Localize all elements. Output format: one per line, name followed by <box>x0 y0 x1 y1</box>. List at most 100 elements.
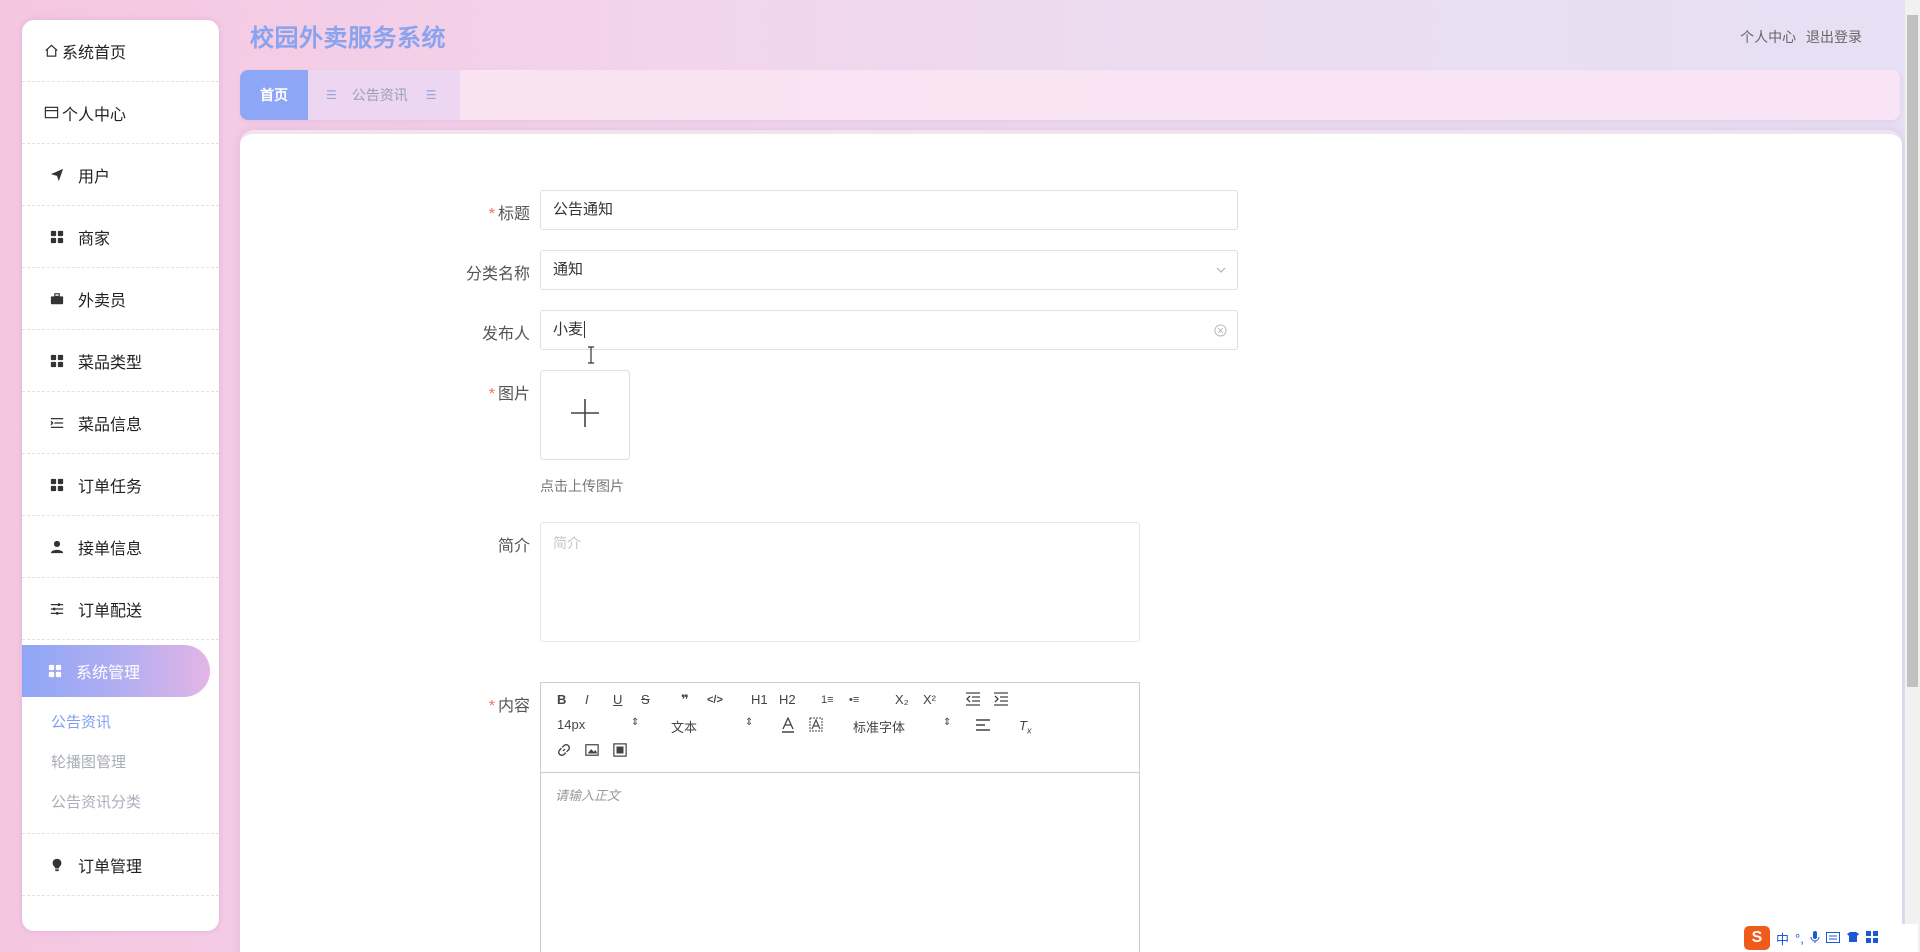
sidebar-item-couriers[interactable]: 外卖员 <box>22 268 219 330</box>
sidebar-item-system-management[interactable]: 系统管理 <box>22 645 210 697</box>
personal-center-link[interactable]: 个人中心 <box>1740 29 1796 45</box>
heading-select[interactable]: 文本 ⇕ <box>671 717 754 736</box>
outdent-icon[interactable] <box>965 692 981 711</box>
logout-link[interactable]: 退出登录 <box>1806 29 1862 45</box>
tab-notice[interactable]: ☰ 公告资讯 ☰ <box>308 70 460 120</box>
sidebar-item-personal-center[interactable]: 个人中心 <box>22 82 219 144</box>
category-label: 分类名称 <box>465 266 530 283</box>
image-upload-button[interactable] <box>540 370 630 460</box>
grid-icon <box>48 228 66 246</box>
publisher-value: 小麦 <box>553 321 584 338</box>
title-label: * 标题 <box>488 206 530 223</box>
clear-icon[interactable] <box>1214 311 1227 351</box>
title-input[interactable]: 公告通知 <box>540 190 1238 230</box>
category-value: 通知 <box>553 261 584 278</box>
keyboard-icon[interactable] <box>1825 931 1840 946</box>
sidebar-item-label: 订单任务 <box>78 478 143 496</box>
sidebar-item-label: 菜品信息 <box>78 416 143 434</box>
sidebar-item-dish-info[interactable]: 菜品信息 <box>22 392 219 454</box>
updown-arrow-icon: ⇕ <box>745 717 754 728</box>
align-icon[interactable] <box>975 718 991 737</box>
quote-button[interactable]: ❞ <box>681 691 689 709</box>
apps-grid-icon[interactable] <box>1865 930 1878 946</box>
sliders-icon <box>48 600 66 618</box>
font-size-select[interactable]: 14px ⇕ <box>557 717 640 732</box>
sidebar-item-label: 订单管理 <box>78 858 143 876</box>
intro-label: 简介 <box>497 538 530 555</box>
code-button[interactable]: </> <box>707 691 723 709</box>
submenu-item-notice-category[interactable]: 公告资讯分类 <box>22 783 219 823</box>
category-select[interactable]: 通知 <box>540 250 1238 290</box>
sidebar-item-label: 用户 <box>78 168 111 186</box>
indent-icon[interactable] <box>993 692 1009 711</box>
h2-button[interactable]: H2 <box>779 691 796 709</box>
underline-button[interactable]: U <box>613 691 622 709</box>
submenu-item-notice[interactable]: 公告资讯 <box>22 703 219 743</box>
menu-icon[interactable]: ☰ <box>426 88 437 102</box>
user-icon <box>48 538 66 556</box>
superscript-button[interactable]: X² <box>923 691 936 709</box>
briefcase-icon <box>48 290 66 308</box>
subscript-button[interactable]: X₂ <box>895 691 909 709</box>
sidebar-item-delivery[interactable]: 订单配送 <box>22 578 219 640</box>
required-mark: * <box>488 206 495 223</box>
page-scrollbar[interactable] <box>1905 0 1920 952</box>
background-color-icon[interactable] <box>809 717 823 738</box>
card-icon <box>42 104 60 122</box>
content-label: * 内容 <box>488 698 530 715</box>
microphone-icon[interactable] <box>1810 930 1820 947</box>
h1-button[interactable]: H1 <box>751 691 768 709</box>
sidebar-item-label: 系统管理 <box>76 665 141 682</box>
italic-button[interactable]: I <box>585 691 589 709</box>
scrollbar-thumb[interactable] <box>1907 15 1918 687</box>
video-icon[interactable] <box>613 743 627 762</box>
sidebar-item-order-tasks[interactable]: 订单任务 <box>22 454 219 516</box>
send-icon <box>48 166 66 184</box>
bold-button[interactable]: B <box>557 691 566 709</box>
system-submenu: 公告资讯 轮播图管理 公告资讯分类 <box>22 697 219 834</box>
sidebar: 系统首页 个人中心 用户 商家 外卖员 菜品类型 菜品信息 订单任务 接单信息 … <box>22 20 219 931</box>
publisher-label: 发布人 <box>481 326 530 343</box>
intro-textarea[interactable]: 简介 <box>540 522 1140 642</box>
submenu-item-carousel[interactable]: 轮播图管理 <box>22 743 219 783</box>
updown-arrow-icon: ⇕ <box>631 717 640 728</box>
sidebar-item-label: 商家 <box>78 230 111 248</box>
font-family-select[interactable]: 标准字体 ⇕ <box>853 717 953 736</box>
punctuation-icon[interactable]: °, <box>1795 931 1804 946</box>
bullet-list-button[interactable]: •≡ <box>849 691 859 709</box>
i-beam-cursor-icon <box>586 346 596 369</box>
rich-text-editor: B I U S ❞ </> H1 H2 1≡ •≡ X₂ X² 14px ⇕ 文… <box>540 682 1140 952</box>
menu-icon: ☰ <box>326 88 337 102</box>
sidebar-item-label: 订单配送 <box>78 602 143 620</box>
sidebar-item-label: 外卖员 <box>78 292 127 310</box>
font-color-icon[interactable] <box>781 716 795 738</box>
list-icon <box>48 414 66 432</box>
updown-arrow-icon: ⇕ <box>943 717 952 728</box>
heading-value: 文本 <box>671 720 698 735</box>
sidebar-item-home[interactable]: 系统首页 <box>22 20 219 82</box>
ordered-list-button[interactable]: 1≡ <box>821 691 834 709</box>
sidebar-item-order-accept[interactable]: 接单信息 <box>22 516 219 578</box>
sidebar-item-merchants[interactable]: 商家 <box>22 206 219 268</box>
sidebar-item-order-management[interactable]: 订单管理 <box>22 834 219 896</box>
grid-icon <box>46 662 64 680</box>
sidebar-item-label: 菜品类型 <box>78 354 143 372</box>
strike-button[interactable]: S <box>641 691 650 709</box>
ime-logo[interactable]: S <box>1744 926 1770 950</box>
tab-home[interactable]: 首页 <box>240 70 308 120</box>
grid-icon <box>48 352 66 370</box>
clear-format-icon[interactable]: Tx <box>1019 717 1031 740</box>
sidebar-item-users[interactable]: 用户 <box>22 144 219 206</box>
editor-content[interactable]: 请输入正文 <box>541 773 1139 816</box>
sidebar-item-dish-types[interactable]: 菜品类型 <box>22 330 219 392</box>
image-label: * 图片 <box>488 386 530 403</box>
font-size-value: 14px <box>557 717 586 732</box>
home-icon <box>42 42 60 60</box>
chevron-down-icon <box>1215 251 1227 290</box>
link-icon[interactable] <box>557 743 571 762</box>
ime-mode-toggle[interactable]: 中 <box>1776 929 1789 948</box>
grid-icon <box>48 476 66 494</box>
image-icon[interactable] <box>585 743 599 762</box>
shirt-icon[interactable] <box>1846 931 1860 946</box>
publisher-input[interactable]: 小麦 <box>540 310 1238 350</box>
